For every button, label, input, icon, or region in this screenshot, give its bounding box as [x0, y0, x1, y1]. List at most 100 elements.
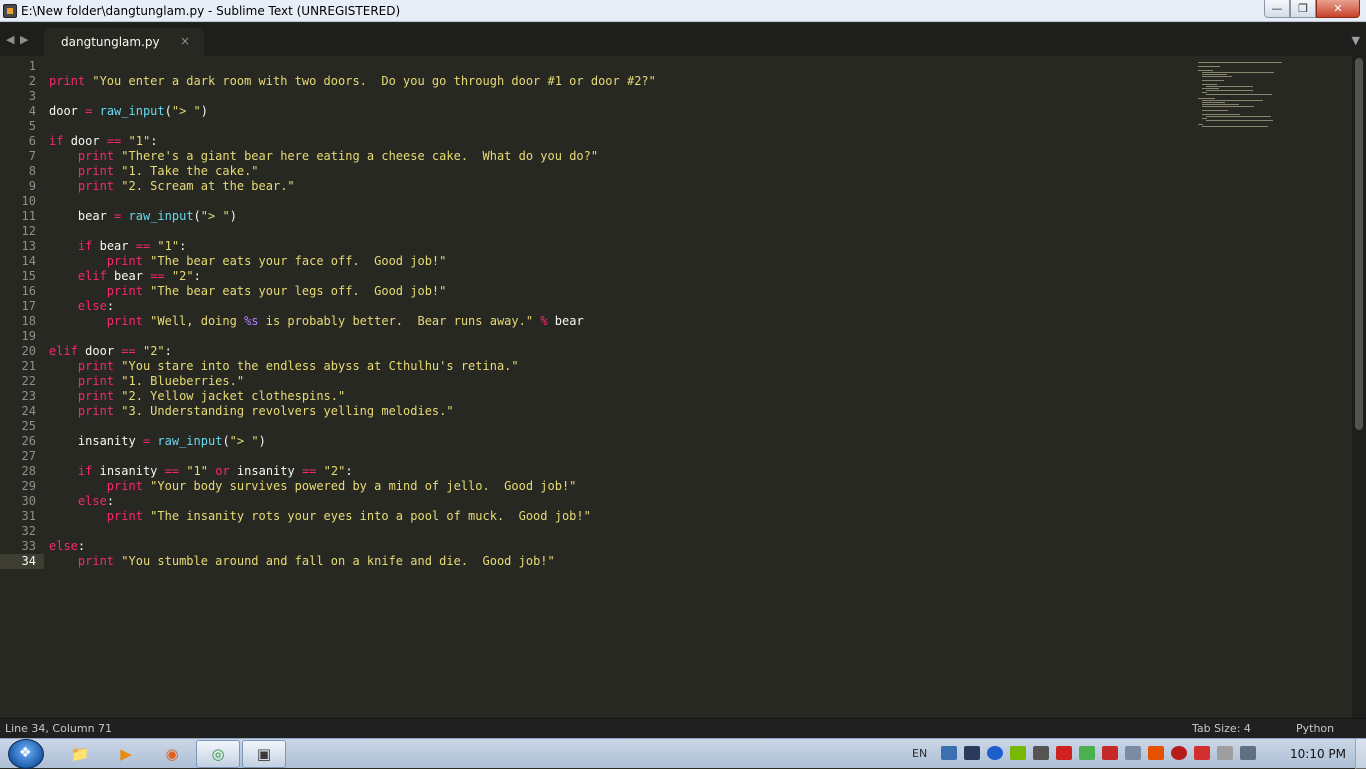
- v-app-icon[interactable]: [1102, 746, 1119, 760]
- keyword: elif: [77, 269, 107, 283]
- identifier: bear: [77, 209, 107, 223]
- line-number: 34: [21, 554, 36, 568]
- cursor-position: Line 34, Column 71: [5, 722, 113, 735]
- line-number: 10: [21, 194, 36, 208]
- system-clock[interactable]: 10:10 PM: [1290, 747, 1346, 761]
- system-tray: EN: [912, 746, 1263, 760]
- network-signal-icon[interactable]: [1125, 746, 1142, 760]
- tab-forward-arrow-icon[interactable]: ▶: [20, 33, 34, 46]
- code-line-22: print "1. Blueberries.": [49, 374, 656, 389]
- antivirus-icon[interactable]: [1056, 746, 1073, 760]
- keyword: if: [77, 464, 93, 478]
- line-number: 14: [21, 254, 36, 268]
- tab-size-selector[interactable]: Tab Size: 4: [1192, 722, 1251, 735]
- line-number: 27: [21, 449, 36, 463]
- identifier: insanity: [77, 434, 136, 448]
- minimap-line: [1206, 116, 1271, 117]
- windows-taskbar: 📁 ▶ ◉ ◎ ▣ EN 10:10 PM: [0, 738, 1366, 769]
- line-number: 31: [21, 509, 36, 523]
- status-bar: Line 34, Column 71 Tab Size: 4 Python: [0, 718, 1366, 738]
- tab-dropdown-icon[interactable]: ▼: [1352, 34, 1360, 47]
- vertical-scrollbar[interactable]: [1352, 56, 1366, 718]
- line-number: 32: [21, 524, 36, 538]
- code-line-7: print "There's a giant bear here eating …: [49, 149, 656, 164]
- string: "> ": [171, 104, 201, 118]
- tab-close-icon[interactable]: ×: [180, 34, 190, 48]
- battery-icon[interactable]: [1217, 746, 1234, 760]
- keyword: print: [49, 74, 86, 88]
- code-line-9: print "2. Scream at the bear.": [49, 179, 656, 194]
- minimap-line: [1202, 118, 1207, 119]
- code-line-24: print "3. Understanding revolvers yellin…: [49, 404, 656, 419]
- function-call: raw_input: [128, 209, 194, 223]
- flag-icon[interactable]: [1194, 746, 1211, 760]
- syntax-selector[interactable]: Python: [1296, 722, 1334, 735]
- keyword: or: [215, 464, 230, 478]
- media-player-icon[interactable]: ▶: [104, 740, 148, 768]
- code-line-11: bear = raw_input("> "): [77, 209, 237, 223]
- minimap-line: [1202, 80, 1224, 81]
- title-bar: E:\New folder\dangtunglam.py - Sublime T…: [0, 0, 1366, 22]
- string: "1": [157, 239, 180, 253]
- string: "Well, doing: [150, 314, 245, 328]
- code-editor[interactable]: 1 2 3 4 5 6 7 8 9 10 11 12 13 14 15 16 17 18 19 20 21 22 23 24 2…: [0, 56, 1352, 718]
- minimap-line: [1202, 100, 1263, 101]
- code-line-20: elif door == "2":: [49, 344, 172, 358]
- keyword: print: [106, 509, 143, 523]
- code-line-15: elif bear == "2":: [77, 269, 201, 283]
- check-icon[interactable]: [1079, 746, 1096, 760]
- line-number: 21: [21, 359, 36, 373]
- green-app-icon[interactable]: ◎: [196, 740, 240, 768]
- string: "1. Blueberries.": [121, 374, 245, 388]
- bluetooth-icon[interactable]: [987, 746, 1004, 760]
- minimap-line: [1198, 62, 1282, 63]
- tab-dangtunglam-py[interactable]: dangtunglam.py ×: [44, 28, 204, 56]
- folder-icon[interactable]: 📁: [58, 740, 102, 768]
- scrollbar-thumb[interactable]: [1355, 58, 1363, 430]
- identifier: insanity: [99, 464, 158, 478]
- firefox-icon[interactable]: ◉: [150, 740, 194, 768]
- minimap-line: [1206, 120, 1273, 121]
- sublime-app-icon[interactable]: [3, 3, 17, 18]
- keyboard-icon[interactable]: [1033, 746, 1050, 760]
- tab-back-arrow-icon[interactable]: ◀: [6, 33, 20, 46]
- code-area[interactable]: print "You enter a dark room with two do…: [49, 59, 656, 569]
- minimize-button[interactable]: —: [1264, 0, 1290, 18]
- string: "The bear eats your legs off. Good job!": [150, 284, 447, 298]
- line-number-gutter: 1 2 3 4 5 6 7 8 9 10 11 12 13 14 15 16 17 18 19 20 21 22 23 24 2…: [0, 59, 36, 569]
- minimap[interactable]: [1198, 60, 1288, 132]
- minimap-line: [1202, 104, 1239, 105]
- string: "3. Understanding revolvers yelling melo…: [121, 404, 454, 418]
- identifier: bear: [99, 239, 129, 253]
- shield-icon[interactable]: [1148, 746, 1165, 760]
- line-number: 16: [21, 284, 36, 298]
- language-indicator[interactable]: EN: [912, 747, 927, 760]
- minimap-line: [1202, 106, 1254, 107]
- operator: ==: [121, 344, 136, 358]
- string: "You enter a dark room with two doors. D…: [92, 74, 656, 88]
- nvidia-icon[interactable]: [1010, 746, 1027, 760]
- line-number: 33: [21, 539, 36, 553]
- tab-bar: ◀ ▶ dangtunglam.py × ▼: [0, 23, 1366, 56]
- close-button[interactable]: ✕: [1316, 0, 1360, 18]
- windows-icon[interactable]: [941, 746, 958, 760]
- start-button[interactable]: [8, 739, 44, 769]
- monitor-icon[interactable]: [964, 746, 981, 760]
- code-line-30: else:: [77, 494, 115, 508]
- keyword: elif: [49, 344, 78, 358]
- minimap-line: [1202, 74, 1227, 75]
- keyword: print: [106, 314, 143, 328]
- user-icon[interactable]: [1171, 746, 1188, 760]
- volume-icon[interactable]: [1240, 746, 1257, 760]
- line-number: 12: [21, 224, 36, 238]
- sublime-text-icon[interactable]: ▣: [242, 740, 286, 768]
- code-line-33: else:: [49, 539, 86, 553]
- code-line-8: print "1. Take the cake.": [49, 164, 656, 179]
- maximize-button[interactable]: ❐: [1290, 0, 1316, 18]
- show-desktop-button[interactable]: [1355, 739, 1366, 769]
